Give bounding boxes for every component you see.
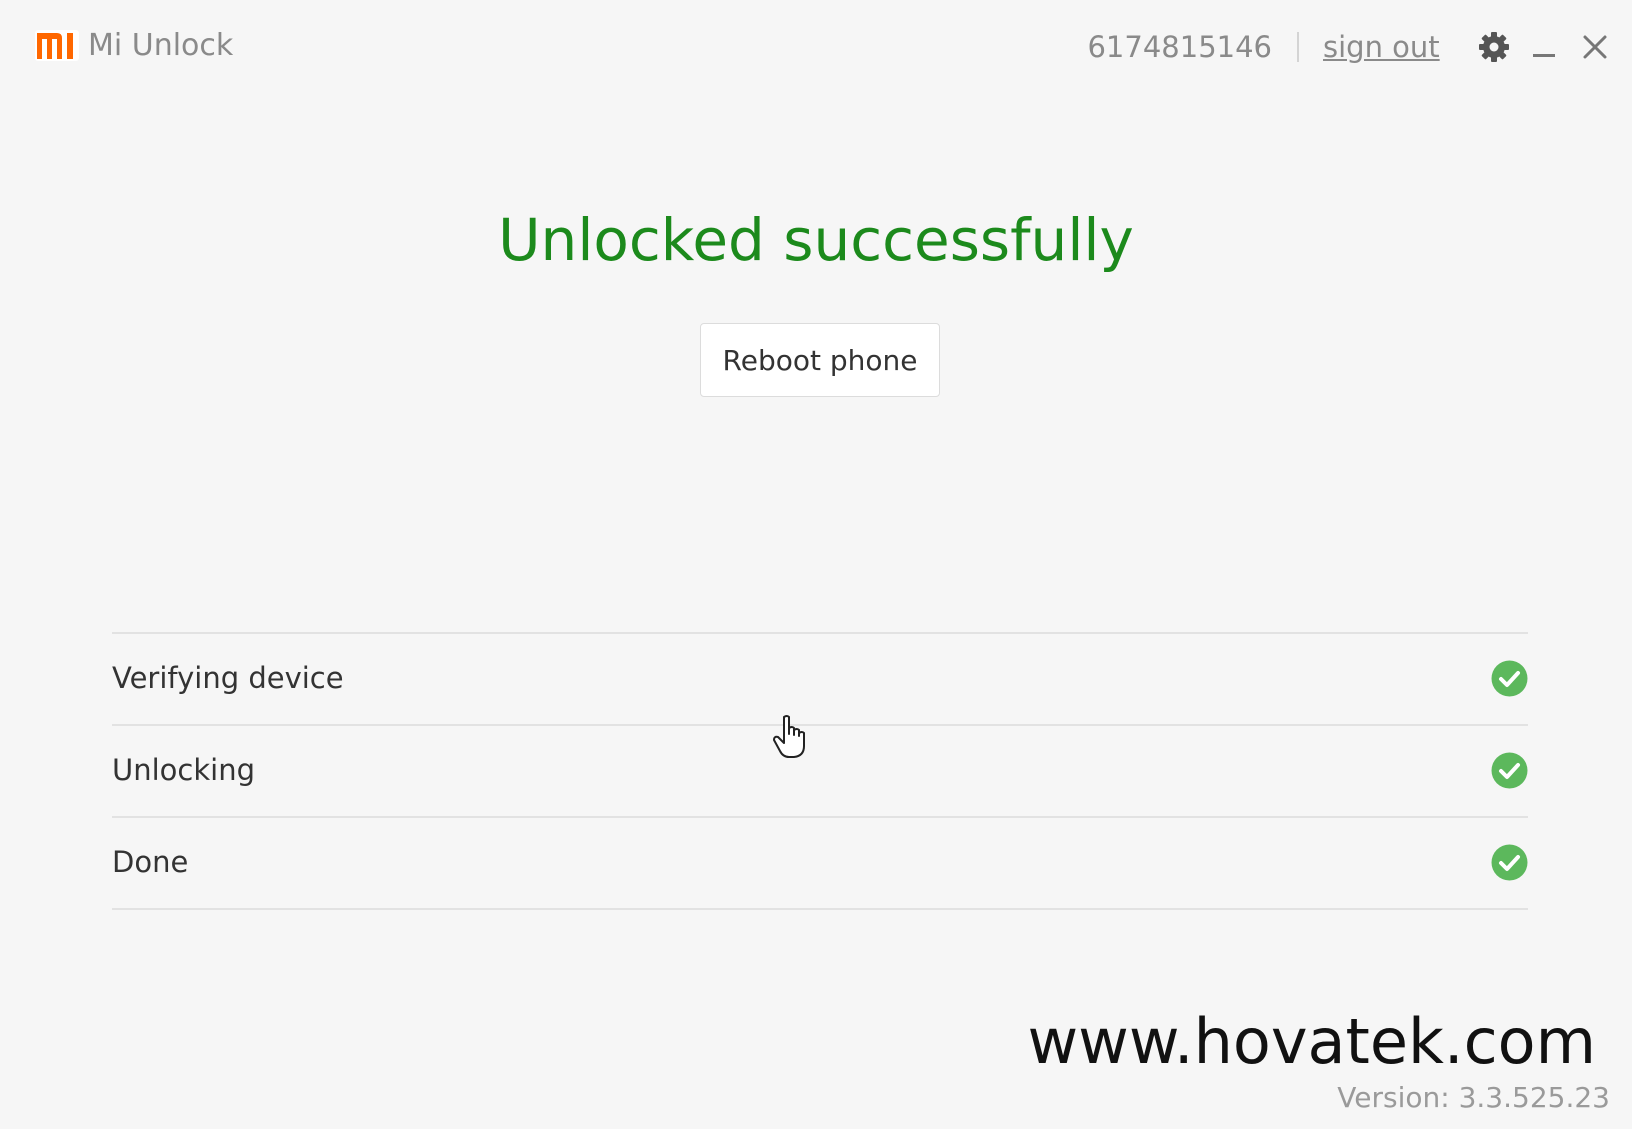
minimize-icon[interactable] [1527, 30, 1561, 64]
watermark: www.hovatek.com [1027, 1005, 1596, 1078]
account-id: 6174815146 [1087, 30, 1272, 64]
close-icon[interactable] [1578, 30, 1612, 64]
app-title: Mi Unlock [88, 28, 234, 63]
status-headline: Unlocked successfully [498, 206, 1134, 274]
step-row: Unlocking [112, 726, 1528, 818]
step-label: Done [112, 845, 189, 879]
check-circle-icon [1491, 660, 1528, 697]
step-row: Done [112, 818, 1528, 910]
hand-cursor-icon [773, 715, 805, 758]
version-label: Version: 3.3.525.23 [1337, 1081, 1610, 1114]
step-label: Unlocking [112, 753, 255, 787]
step-row: Verifying device [112, 634, 1528, 726]
reboot-phone-button[interactable]: Reboot phone [700, 323, 940, 397]
sign-out-link[interactable]: sign out [1323, 27, 1440, 67]
step-label: Verifying device [112, 661, 344, 695]
progress-steps: Verifying device Unlocking Done [112, 632, 1528, 910]
mi-logo-icon [35, 30, 79, 61]
title-bar: Mi Unlock 6174815146 sign out [0, 0, 1632, 92]
check-circle-icon [1491, 844, 1528, 881]
header-divider [1297, 32, 1299, 62]
check-circle-icon [1491, 752, 1528, 789]
mi-unlock-window: Mi Unlock 6174815146 sign out Unlocked s… [0, 0, 1632, 1129]
gear-icon[interactable] [1477, 30, 1511, 64]
